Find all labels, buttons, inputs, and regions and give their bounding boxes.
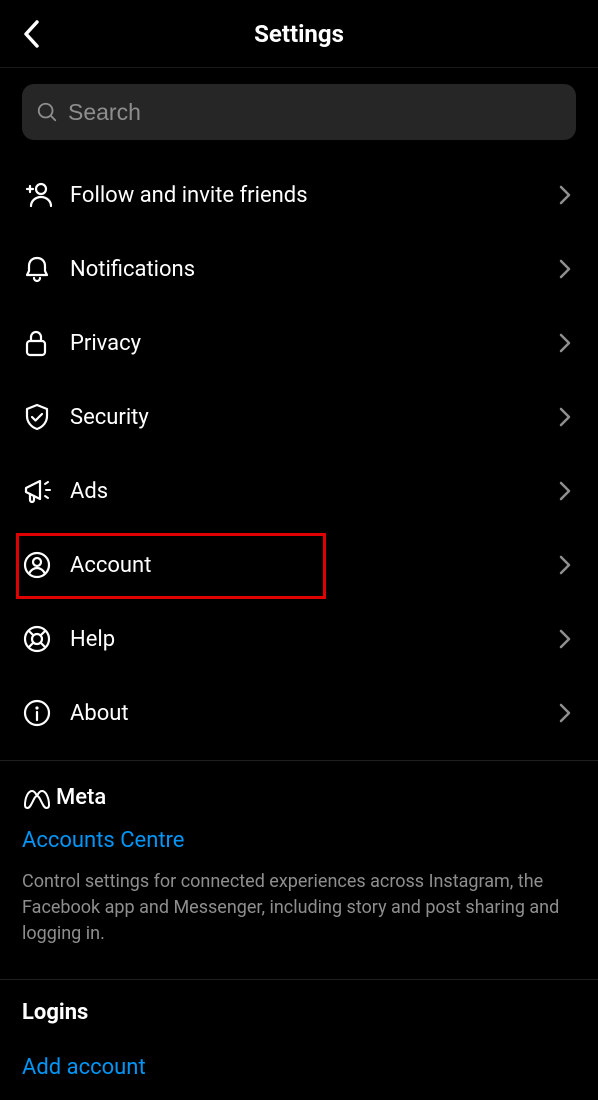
settings-item-help[interactable]: Help	[22, 602, 576, 676]
settings-item-account[interactable]: Account	[22, 528, 576, 602]
settings-item-label: Account	[70, 553, 554, 578]
chevron-right-icon	[554, 703, 576, 723]
search-box[interactable]	[22, 84, 576, 140]
settings-item-label: Ads	[70, 479, 554, 504]
settings-item-about[interactable]: About	[22, 676, 576, 750]
meta-logo-icon	[22, 787, 52, 809]
header: Settings	[0, 0, 598, 68]
settings-item-ads[interactable]: Ads	[22, 454, 576, 528]
settings-item-label: Follow and invite friends	[70, 183, 554, 208]
person-plus-icon	[22, 179, 70, 211]
back-button[interactable]	[12, 14, 52, 54]
settings-item-notifications[interactable]: Notifications	[22, 232, 576, 306]
chevron-right-icon	[554, 259, 576, 279]
shield-icon	[22, 402, 70, 432]
search-icon	[36, 101, 58, 123]
account-icon	[22, 550, 70, 580]
logins-section: Logins Add account	[0, 980, 598, 1100]
meta-brand: Meta	[22, 785, 576, 810]
meta-brand-text: Meta	[56, 785, 106, 810]
chevron-right-icon	[554, 407, 576, 427]
info-icon	[22, 698, 70, 728]
chevron-right-icon	[554, 333, 576, 353]
logins-title: Logins	[22, 1000, 576, 1025]
chevron-right-icon	[554, 185, 576, 205]
settings-item-follow[interactable]: Follow and invite friends	[22, 158, 576, 232]
page-title: Settings	[254, 20, 344, 48]
chevron-right-icon	[554, 629, 576, 649]
search-input[interactable]	[68, 99, 562, 126]
search-container	[0, 68, 598, 158]
lock-icon	[22, 328, 70, 358]
help-icon	[22, 624, 70, 654]
settings-item-label: Security	[70, 405, 554, 430]
megaphone-icon	[22, 476, 70, 506]
settings-item-security[interactable]: Security	[22, 380, 576, 454]
accounts-centre-link[interactable]: Accounts Centre	[22, 828, 576, 853]
chevron-right-icon	[554, 555, 576, 575]
settings-item-label: About	[70, 701, 554, 726]
settings-item-label: Notifications	[70, 257, 554, 282]
meta-section: Meta Accounts Centre Control settings fo…	[0, 761, 598, 969]
settings-item-label: Help	[70, 627, 554, 652]
add-account-link[interactable]: Add account	[22, 1055, 576, 1080]
chevron-left-icon	[22, 19, 42, 49]
settings-item-label: Privacy	[70, 331, 554, 356]
bell-icon	[22, 254, 70, 284]
chevron-right-icon	[554, 481, 576, 501]
meta-description: Control settings for connected experienc…	[22, 869, 576, 947]
settings-item-privacy[interactable]: Privacy	[22, 306, 576, 380]
settings-list: Follow and invite friends Notifications …	[0, 158, 598, 750]
